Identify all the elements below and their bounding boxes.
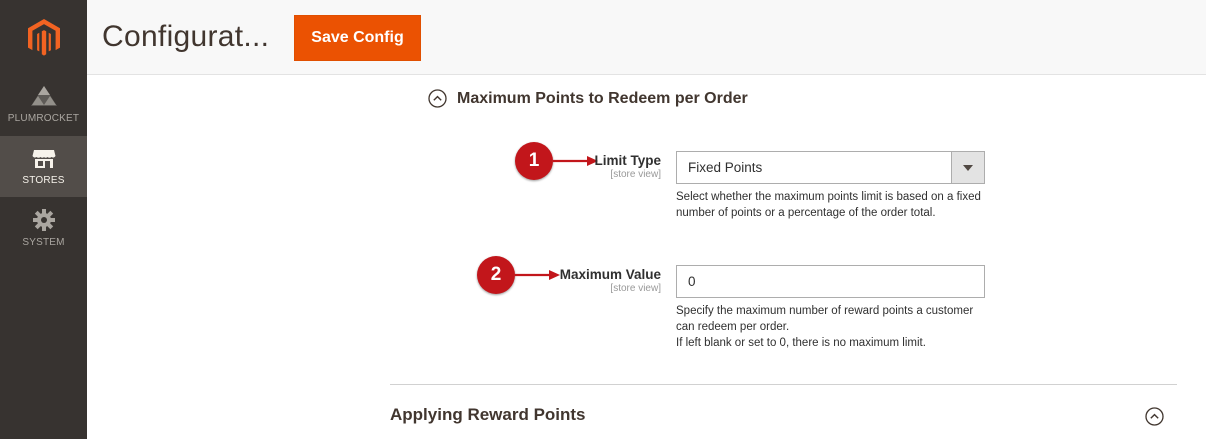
callout-marker-1: 1: [515, 142, 599, 180]
scope-label: [store view]: [610, 283, 661, 294]
arrow-right-icon: [553, 156, 598, 166]
maximum-value-input[interactable]: [676, 265, 985, 298]
sidebar-item-system[interactable]: SYSTEM: [0, 197, 87, 253]
chevron-up-circle-icon[interactable]: [1145, 407, 1164, 426]
admin-sidebar: PLUMROCKET STORES SYSTEM: [0, 0, 87, 439]
note-line: Specify the maximum number of reward poi…: [676, 305, 974, 333]
gear-icon: [32, 209, 55, 231]
sidebar-item-stores[interactable]: STORES: [0, 136, 87, 197]
limit-type-label: Limit Type [store view]: [594, 153, 661, 180]
arrow-right-icon: [515, 270, 560, 280]
store-icon: [32, 150, 55, 168]
field-label: Limit Type: [594, 153, 661, 168]
section-header-max-points[interactable]: Maximum Points to Redeem per Order: [428, 89, 748, 108]
limit-type-note: Select whether the maximum points limit …: [676, 191, 981, 219]
callout-number: 2: [477, 256, 515, 294]
sidebar-item-plumrocket[interactable]: PLUMROCKET: [0, 80, 87, 136]
note-line: If left blank or set to 0, there is no m…: [676, 337, 926, 349]
section-divider: [390, 384, 1177, 385]
page-header: Configurat... Save Config: [87, 0, 1206, 75]
callout-marker-2: 2: [477, 256, 561, 294]
maximum-value-note: Specify the maximum number of reward poi…: [676, 303, 991, 351]
sidebar-item-label: PLUMROCKET: [7, 113, 80, 124]
sidebar-item-label: STORES: [22, 175, 65, 186]
select-value: Fixed Points: [688, 160, 763, 175]
maximum-value-label: Maximum Value [store view]: [560, 267, 661, 294]
callout-number: 1: [515, 142, 553, 180]
chevron-up-circle-icon: [428, 89, 447, 108]
field-label: Maximum Value: [559, 267, 661, 282]
save-config-button[interactable]: Save Config: [294, 15, 421, 61]
scope-label: [store view]: [610, 169, 661, 180]
plumrocket-icon: [30, 86, 57, 106]
dropdown-arrow-icon[interactable]: [951, 152, 984, 183]
limit-type-select[interactable]: Fixed Points: [676, 151, 985, 184]
sidebar-item-label: SYSTEM: [22, 237, 65, 248]
magento-logo-icon[interactable]: [0, 0, 87, 75]
section-title-applying-reward-points[interactable]: Applying Reward Points: [390, 405, 586, 425]
page-title: Configurat...: [102, 20, 270, 53]
section-title: Maximum Points to Redeem per Order: [457, 89, 748, 107]
